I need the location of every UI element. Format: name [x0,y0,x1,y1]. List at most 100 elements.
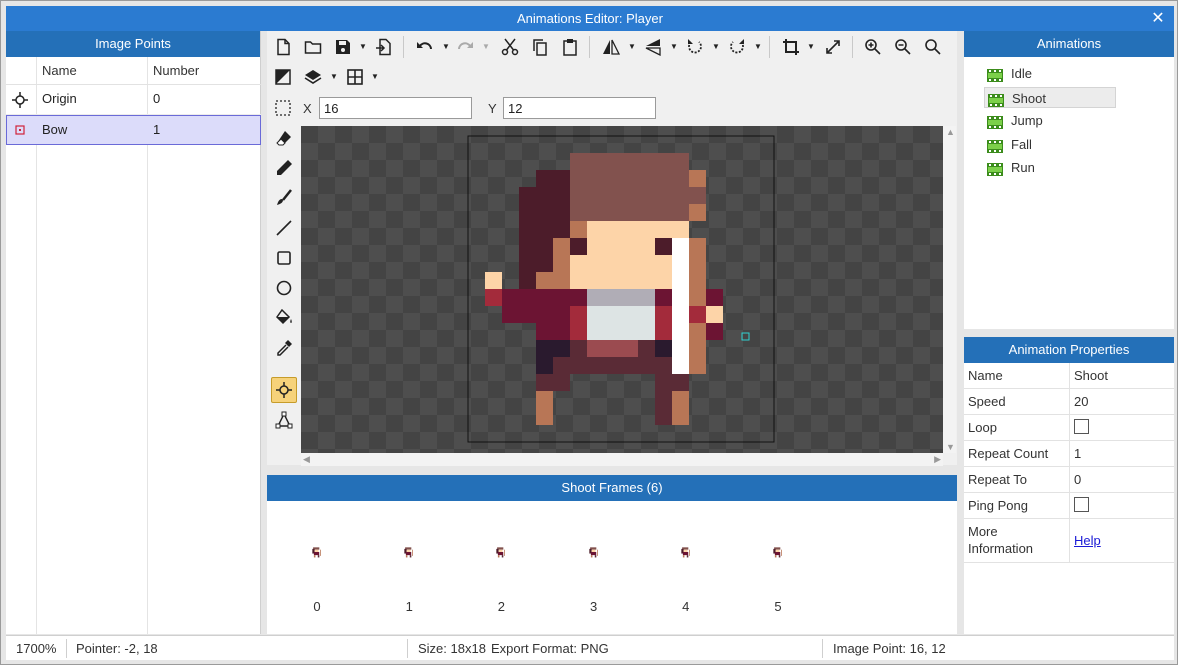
help-link[interactable]: Help [1074,533,1101,548]
property-label: Repeat To [968,472,1028,487]
rotate-left-dropdown-arrow[interactable]: ▼ [712,36,720,58]
animation-item-shoot[interactable]: Shoot [984,86,1116,108]
flip-horizontal-icon[interactable] [600,36,622,58]
image-point-number: 0 [153,91,161,106]
rotate-right-dropdown-arrow[interactable]: ▼ [754,36,762,58]
property-row-more-information: More Information Help [964,519,1174,563]
loop-checkbox[interactable] [1074,419,1089,434]
animation-item-idle[interactable]: Idle [984,63,1116,84]
toolbar-separator [852,36,853,58]
ellipse-icon[interactable] [271,275,297,301]
property-label: Name [968,368,1003,383]
save-icon[interactable] [332,36,354,58]
animation-properties-panel: Animation Properties Name Shoot Speed 20… [964,337,1174,634]
redo-icon[interactable] [454,36,476,58]
zoom-in-icon[interactable] [862,36,884,58]
grid-icon[interactable] [344,66,366,88]
number-column-header[interactable]: Number [153,57,199,85]
y-coordinate-input[interactable] [503,97,656,119]
repeat-to-value[interactable]: 0 [1074,472,1081,487]
horizontal-scrollbar[interactable]: ◀ ▶ [301,453,943,466]
new-file-icon[interactable] [272,36,294,58]
animation-frame[interactable]: 4 [656,501,716,634]
zoom-out-icon[interactable] [892,36,914,58]
zoom-reset-icon[interactable] [922,36,944,58]
fill-bucket-icon[interactable] [271,305,297,331]
undo-dropdown-arrow[interactable]: ▼ [442,36,450,58]
invert-icon[interactable] [272,66,294,88]
property-row-speed: Speed 20 [964,389,1174,415]
image-point-position: Image Point: 16, 12 [833,641,946,656]
eyedropper-icon[interactable] [271,335,297,361]
speed-value[interactable]: 20 [1074,394,1088,409]
toolbar-separator [589,36,590,58]
animation-item-fall[interactable]: Fall [984,134,1116,155]
vertical-scrollbar[interactable]: ▲ ▼ [943,126,956,453]
image-point-row-bow[interactable]: Bow 1 [6,115,261,145]
animation-frame[interactable]: 3 [564,501,624,634]
toolbar-separator [403,36,404,58]
crop-dropdown-arrow[interactable]: ▼ [807,36,815,58]
rotate-left-icon[interactable] [684,36,706,58]
flip-v-dropdown-arrow[interactable]: ▼ [670,36,678,58]
export-icon[interactable] [373,36,395,58]
open-folder-icon[interactable] [302,36,324,58]
animation-frame[interactable]: 0 [287,501,347,634]
close-icon[interactable]: ✕ [1148,6,1168,31]
image-point-tool-icon[interactable] [271,377,297,403]
property-row-loop: Loop [964,415,1174,441]
copy-icon[interactable] [529,36,551,58]
frame-thumbnail [681,547,690,558]
animation-item-run[interactable]: Run [984,157,1116,178]
animation-label: Shoot [1012,90,1046,106]
frame-number: 3 [589,599,598,614]
redo-dropdown-arrow[interactable]: ▼ [482,36,490,58]
image-point-marker[interactable] [741,332,750,341]
property-row-ping-pong: Ping Pong [964,493,1174,519]
animation-label: Fall [1011,136,1032,152]
drawing-canvas[interactable] [301,126,943,453]
frame-number: 4 [682,599,690,614]
cut-icon[interactable] [499,36,521,58]
repeat-count-value[interactable]: 1 [1074,446,1081,461]
property-row-name: Name Shoot [964,363,1174,389]
frames-panel: Shoot Frames (6) 0 1 2 3 4 5 [267,475,957,634]
paste-icon[interactable] [559,36,581,58]
polygon-tool-icon[interactable] [271,407,297,433]
flip-h-dropdown-arrow[interactable]: ▼ [628,36,636,58]
line-icon[interactable] [271,215,297,241]
selection-icon[interactable] [272,97,294,119]
layers-dropdown-arrow[interactable]: ▼ [330,66,338,88]
name-column-header[interactable]: Name [42,57,77,85]
save-dropdown-arrow[interactable]: ▼ [359,36,367,58]
brush-icon[interactable] [271,185,297,211]
pointer-position: Pointer: -2, 18 [76,641,158,656]
undo-icon[interactable] [414,36,436,58]
pencil-icon[interactable] [271,155,297,181]
rectangle-icon[interactable] [271,245,297,271]
image-point-row-origin[interactable]: Origin 0 [6,85,261,115]
status-divider [66,639,67,658]
name-value[interactable]: Shoot [1074,368,1108,383]
zoom-level: 1700% [16,641,57,656]
animation-frame[interactable]: 2 [471,501,531,634]
eraser-icon[interactable] [271,125,297,151]
property-label: Repeat Count [968,446,1049,461]
animation-frame[interactable]: 1 [379,501,439,634]
crosshair-icon [12,92,28,108]
film-strip-icon [988,92,1004,107]
resize-icon[interactable] [822,36,844,58]
flip-vertical-icon[interactable] [642,36,664,58]
rotate-right-icon[interactable] [726,36,748,58]
title-bar: Animations Editor: Player ✕ [6,6,1174,31]
x-label: X [303,101,312,116]
animation-item-jump[interactable]: Jump [984,110,1116,131]
animation-label: Run [1011,160,1035,175]
grid-dropdown-arrow[interactable]: ▼ [371,66,379,88]
ping-pong-checkbox[interactable] [1074,497,1089,512]
crop-icon[interactable] [780,36,802,58]
layers-icon[interactable] [302,66,324,88]
animation-frame[interactable]: 5 [748,501,808,634]
status-divider [407,639,408,658]
x-coordinate-input[interactable] [319,97,472,119]
